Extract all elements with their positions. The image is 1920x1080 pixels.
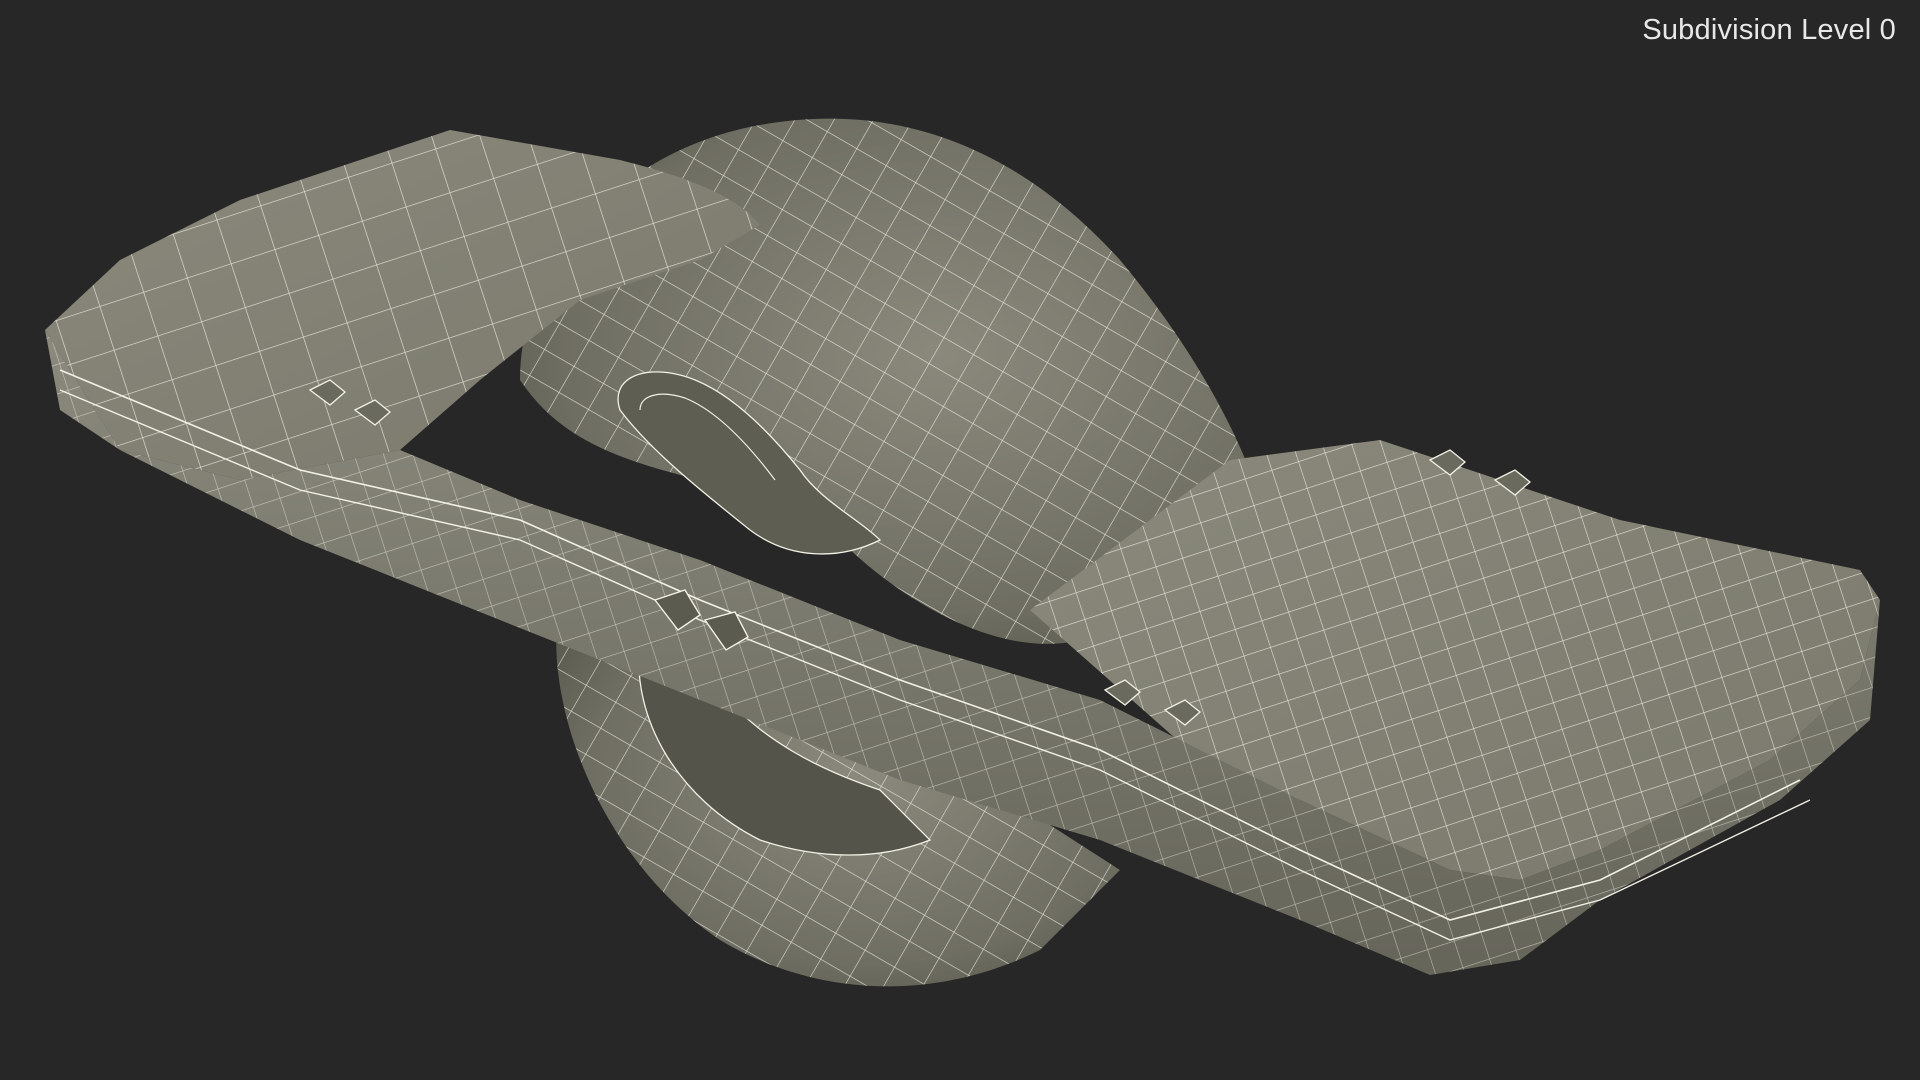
onewheel-wireframe-render-icon (45, 118, 1880, 987)
render-viewport: Subdivision Level 0 (0, 0, 1920, 1080)
